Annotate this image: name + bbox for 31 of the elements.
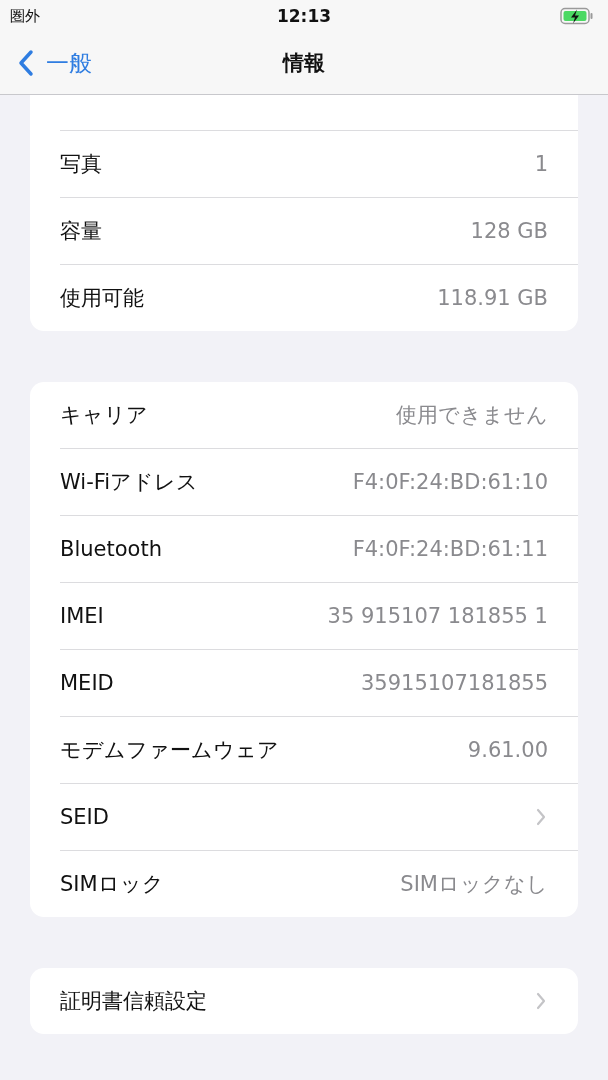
row-value: 118.91 GB	[437, 286, 548, 310]
settings-row[interactable]: 証明書信頼設定	[30, 968, 578, 1034]
row-value: 35 915107 181855 1	[327, 604, 548, 628]
row-label: キャリア	[60, 402, 148, 429]
row-value: 128 GB	[470, 219, 548, 243]
row-label: MEID	[60, 671, 114, 695]
row-value: 1	[534, 152, 548, 176]
row-label: SIMロック	[60, 871, 164, 898]
row-label: 容量	[60, 218, 102, 245]
row-label: SEID	[60, 805, 109, 829]
back-button[interactable]: 一般	[0, 47, 92, 79]
row-label: 写真	[60, 151, 102, 178]
row-label: 証明書信頼設定	[60, 988, 207, 1015]
row-value: 35915107181855	[360, 671, 548, 695]
status-time: 12:13	[276, 6, 332, 26]
row-value: F4:0F:24:BD:61:11	[352, 537, 548, 561]
row-value: SIMロックなし	[400, 871, 548, 898]
row-label: 使用可能	[60, 285, 144, 312]
chevron-icon	[536, 992, 546, 1010]
row-label: Wi-Fiアドレス	[60, 469, 199, 496]
settings-row[interactable]: SEID	[30, 784, 578, 850]
carrier-text: 圏外	[10, 6, 40, 26]
row-value: F4:0F:24:BD:61:10	[352, 470, 548, 494]
row-value: 9.61.00	[467, 738, 548, 762]
row-label: IMEI	[60, 604, 104, 628]
row-label: モデムファームウェア	[60, 737, 279, 764]
row-value: 使用できません	[396, 402, 548, 429]
row-label: Bluetooth	[60, 537, 162, 561]
page-title: 情報	[283, 50, 325, 77]
chevron-icon	[536, 808, 546, 826]
back-chevron-icon	[18, 49, 34, 77]
